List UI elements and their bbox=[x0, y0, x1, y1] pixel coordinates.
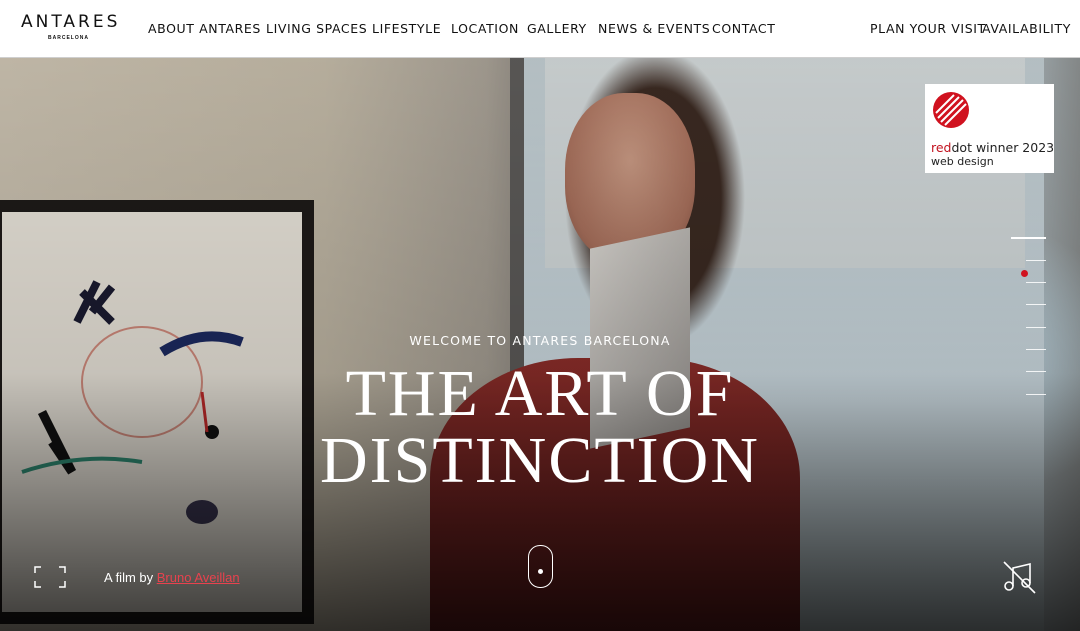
reddot-brand-dot: dot bbox=[951, 140, 972, 155]
film-credit-prefix: A film by bbox=[104, 570, 157, 585]
film-credit: A film by Bruno Aveillan bbox=[104, 570, 240, 585]
film-author-link[interactable]: Bruno Aveillan bbox=[157, 570, 240, 585]
slide-indicator-5[interactable] bbox=[1026, 327, 1046, 328]
logo-subtitle: BARCELONA bbox=[48, 35, 89, 41]
nav-plan-your-visit[interactable]: PLAN YOUR VISIT bbox=[870, 21, 986, 36]
nav-lifestyle[interactable]: LIFESTYLE bbox=[372, 21, 441, 36]
slide-indicator-1[interactable] bbox=[1011, 237, 1046, 239]
reddot-award-text: winner 2023 bbox=[971, 140, 1055, 155]
slide-progress-dot bbox=[1021, 270, 1028, 277]
logo-wordmark: ANTARES bbox=[21, 12, 121, 32]
nav-news-events[interactable]: NEWS & EVENTS bbox=[598, 21, 710, 36]
slide-indicator-3[interactable] bbox=[1026, 282, 1046, 283]
nav-living-spaces[interactable]: LIVING SPACES bbox=[266, 21, 367, 36]
reddot-award-badge[interactable]: reddot winner 2023 web design bbox=[925, 84, 1054, 173]
site-header: ANTARES BARCELONA ABOUT ANTARES LIVING S… bbox=[0, 0, 1080, 58]
scroll-mouse-icon[interactable] bbox=[528, 545, 553, 588]
nav-location[interactable]: LOCATION bbox=[451, 21, 519, 36]
reddot-award-title: reddot winner 2023 bbox=[931, 140, 1054, 155]
nav-about-antares[interactable]: ABOUT ANTARES bbox=[148, 21, 261, 36]
scroll-wheel-dot bbox=[538, 569, 543, 574]
fullscreen-icon[interactable] bbox=[34, 566, 66, 588]
slide-indicator-2[interactable] bbox=[1026, 260, 1046, 261]
nav-gallery[interactable]: GALLERY bbox=[527, 21, 587, 36]
music-muted-icon[interactable] bbox=[1002, 560, 1036, 594]
nav-availability[interactable]: AVAILABILITY bbox=[982, 21, 1071, 36]
reddot-brand-red: red bbox=[931, 140, 952, 155]
hero-headline: THE ART OF DISTINCTION bbox=[0, 360, 1080, 494]
reddot-award-category: web design bbox=[931, 155, 994, 168]
slide-indicator-6[interactable] bbox=[1026, 349, 1046, 350]
hero-kicker: WELCOME TO ANTARES BARCELONA bbox=[409, 333, 671, 348]
nav-contact[interactable]: CONTACT bbox=[712, 21, 775, 36]
headline-line-1: THE ART OF bbox=[345, 357, 735, 430]
reddot-logo-icon bbox=[933, 92, 969, 128]
slide-indicator-4[interactable] bbox=[1026, 304, 1046, 305]
antares-logo[interactable]: ANTARES BARCELONA bbox=[21, 13, 117, 43]
headline-line-2: DISTINCTION bbox=[320, 424, 760, 497]
